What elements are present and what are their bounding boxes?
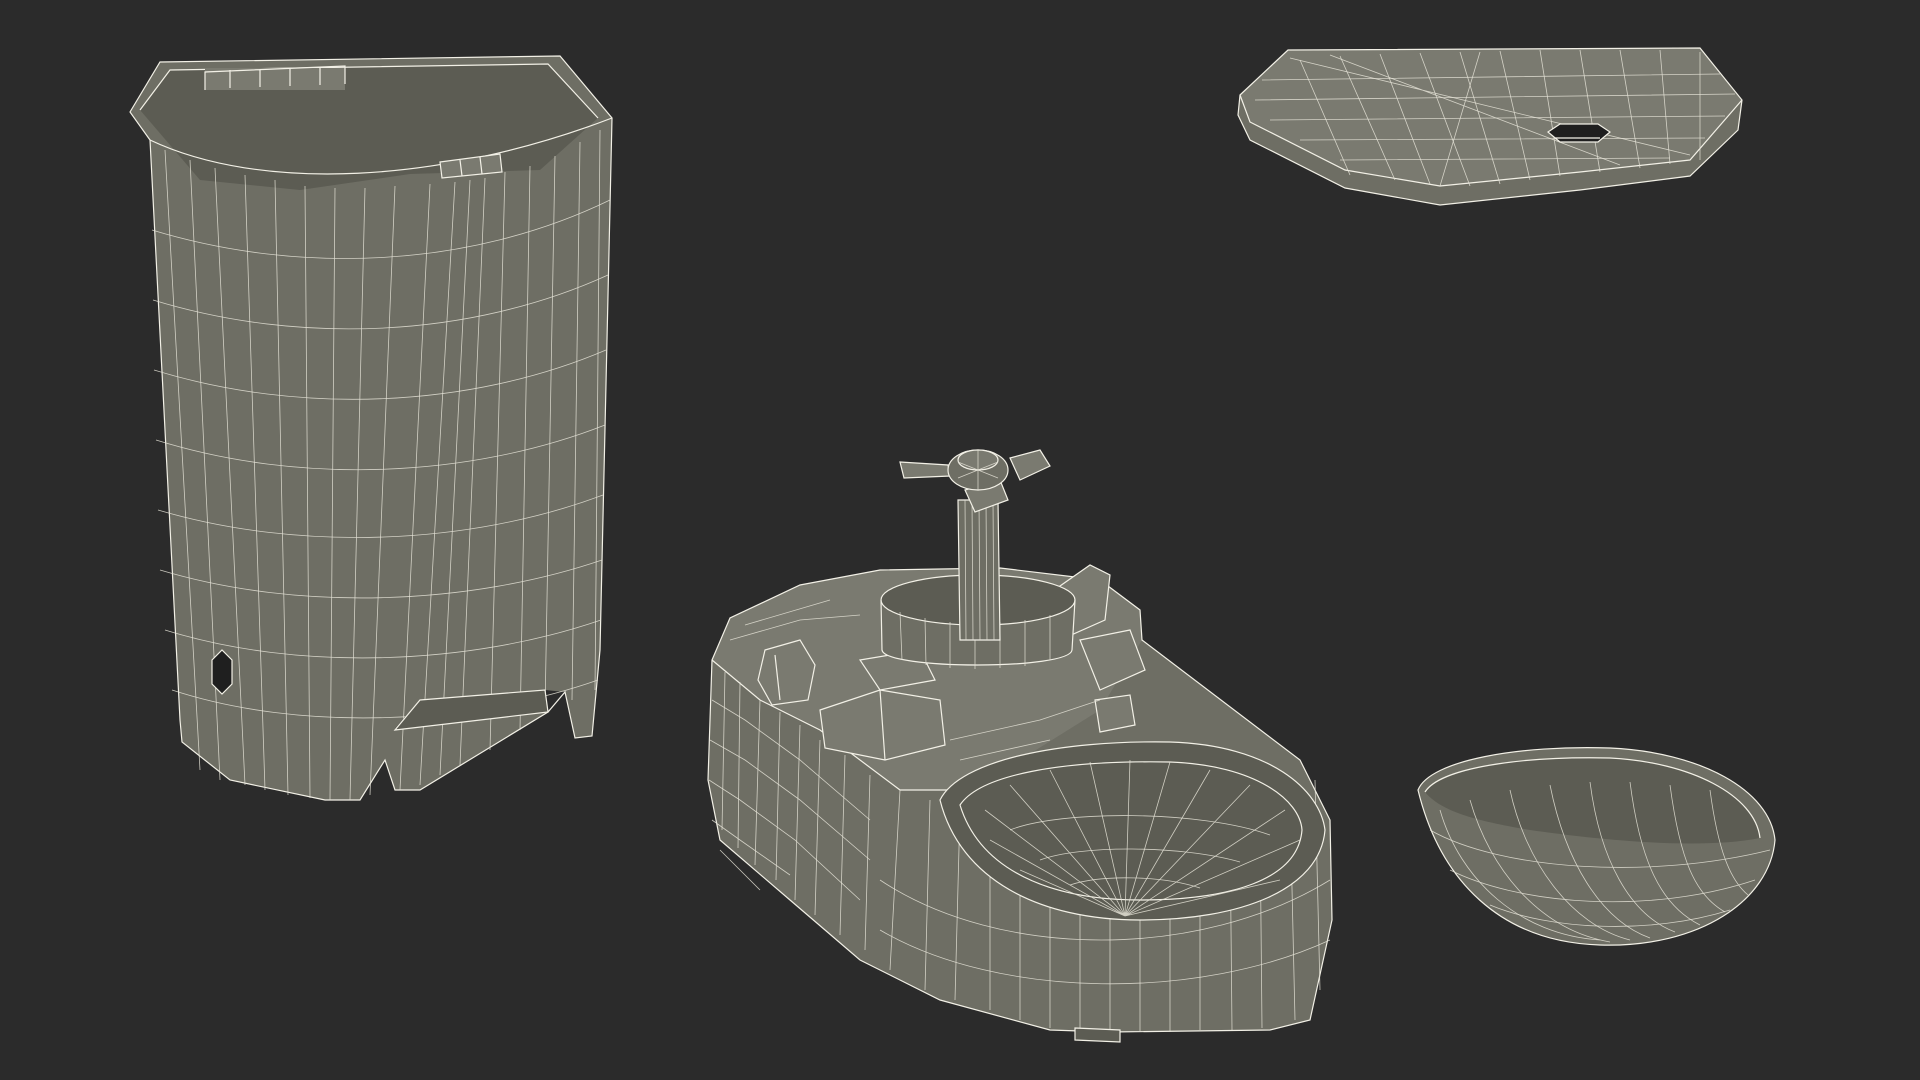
hopper-container bbox=[129, 55, 613, 801]
food-bowl bbox=[1417, 747, 1776, 946]
hopper-lid bbox=[1237, 47, 1743, 206]
feeder-base bbox=[707, 449, 1333, 1043]
wireframe-viewport bbox=[0, 0, 1920, 1080]
wireframe-scene bbox=[129, 47, 1776, 1043]
